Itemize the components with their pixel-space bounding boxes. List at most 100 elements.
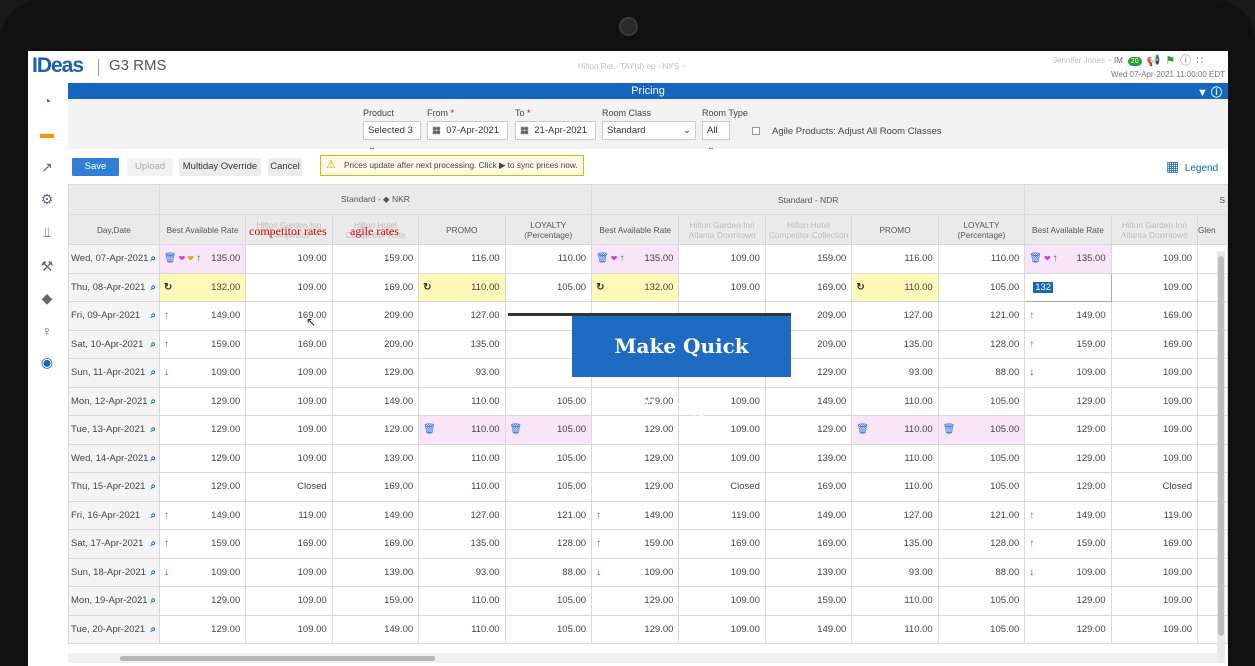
rate-cell[interactable]: 109.00 — [245, 358, 333, 388]
multiday-override-button[interactable]: Multiday Override — [179, 158, 261, 176]
arrow-down-icon[interactable]: ↓ — [164, 567, 169, 578]
rate-cell[interactable]: 128.00 — [504, 529, 593, 559]
rate-cell[interactable]: 109.00 — [245, 586, 333, 616]
rate-cell[interactable]: ↑ 149.00 — [1024, 500, 1112, 530]
rate-cell[interactable]: 105.00 — [504, 614, 593, 644]
rate-cell[interactable]: ↻ 110.00 — [851, 272, 939, 302]
rate-cell[interactable]: 110.00 — [937, 244, 1026, 274]
rate-cell[interactable]: 129.00 — [591, 614, 680, 644]
magnify-icon[interactable]: ⌕ — [151, 310, 156, 321]
rate-cell[interactable]: 105.00 — [937, 443, 1026, 473]
chart-icon[interactable]: ↗ — [39, 159, 55, 175]
trash-icon[interactable]: 🗑 — [596, 253, 609, 264]
rate-cell[interactable]: 93.00 — [418, 358, 506, 388]
magnify-icon[interactable]: ⌕ — [151, 538, 156, 549]
globe-icon[interactable]: ◉ — [39, 354, 55, 370]
rate-cell[interactable]: 93.00 — [851, 358, 939, 388]
header-bar-s[interactable]: Best Available Rate — [1024, 214, 1112, 245]
rate-cell[interactable]: 129.00 — [331, 358, 420, 388]
rate-cell[interactable]: 209.00 — [331, 329, 420, 359]
rate-cell[interactable]: 93.00 — [418, 557, 506, 587]
rate-cell[interactable]: 105.00 — [504, 472, 593, 502]
rate-cell[interactable]: 149.00 — [331, 500, 420, 530]
trash-icon[interactable]: 🗑 — [510, 424, 523, 435]
rate-cell[interactable]: 109.00 — [678, 244, 766, 274]
arrow-up-icon[interactable]: ↑ — [596, 538, 601, 549]
rate-cell[interactable]: 121.00 — [504, 500, 593, 530]
rate-cell[interactable]: 110.00 — [851, 386, 939, 416]
rate-cell[interactable]: 169.00 — [764, 472, 853, 502]
rate-cell[interactable]: 149.00 — [764, 386, 853, 416]
flag-icon[interactable]: ⚑ — [1165, 54, 1175, 67]
rate-cell[interactable]: 129.00 — [1024, 386, 1112, 416]
rate-cell[interactable]: 129.00 — [158, 415, 247, 445]
arrow-up-icon[interactable]: ↑ — [164, 510, 169, 521]
rate-cell[interactable]: 129.00 — [1024, 443, 1112, 473]
arrow-up-icon[interactable]: ↑ — [1053, 253, 1058, 264]
rate-cell[interactable]: 127.00 — [418, 500, 506, 530]
rate-cell[interactable]: 135.00 — [851, 329, 939, 359]
cancel-button[interactable]: Cancel — [268, 158, 302, 176]
rate-cell[interactable]: 109.00 — [678, 614, 766, 644]
rate-cell[interactable]: 129.00 — [591, 443, 680, 473]
rate-cell[interactable]: 169.00 — [1110, 329, 1199, 359]
rate-cell[interactable]: 109.00 — [245, 443, 333, 473]
rate-cell[interactable]: ↓ 109.00 — [158, 557, 247, 587]
arrow-down-icon[interactable]: ↓ — [1029, 367, 1034, 378]
rate-cell[interactable]: ↻ 132.00 — [158, 272, 247, 302]
rate-cell[interactable]: 135.00 — [851, 529, 939, 559]
rate-cell[interactable]: 110.00 — [851, 472, 939, 502]
rate-cell[interactable]: ↑ 159.00 — [1024, 529, 1112, 559]
header-competitor-3[interactable]: Hilton Garden Inn Atlanta Downtown — [678, 214, 766, 245]
arrow-up-icon[interactable]: ↑ — [1029, 310, 1034, 321]
rate-cell[interactable]: 93.00 — [851, 557, 939, 587]
magnify-icon[interactable]: ⌕ — [151, 253, 156, 264]
rate-cell[interactable]: ↑ 159.00 — [158, 529, 247, 559]
rate-cell[interactable]: 169.00 — [1110, 301, 1199, 331]
magnify-icon[interactable]: ⌕ — [151, 481, 156, 492]
rate-cell[interactable]: ↻ 132.00 — [591, 272, 680, 302]
arrow-up-icon[interactable]: ↑ — [1029, 510, 1034, 521]
rate-cell[interactable]: 105.00 — [504, 443, 593, 473]
header-loyalty-ndr[interactable]: LOYALTY (Percentage) — [937, 214, 1026, 245]
rate-cell[interactable]: 109.00 — [1110, 244, 1199, 274]
vertical-scrollbar-thumb[interactable] — [1218, 256, 1224, 636]
magnify-icon[interactable]: ⌕ — [151, 595, 156, 606]
rate-cell[interactable]: 129.00 — [158, 443, 247, 473]
rate-cell[interactable]: 109.00 — [245, 244, 333, 274]
rate-cell[interactable]: 109.00 — [245, 272, 333, 302]
rate-cell[interactable]: 🗑 ❤ ❤ ↑ 135.00 — [158, 244, 247, 274]
hotel-selector[interactable]: Hilton Ret - TAY(d) ep - NYS ~ — [578, 62, 686, 71]
rate-cell[interactable]: 110.00 — [418, 386, 506, 416]
rate-cell[interactable]: 109.00 — [245, 557, 333, 587]
location-pin-icon[interactable]: ❤ — [179, 254, 186, 263]
magnify-icon[interactable]: ⌕ — [151, 510, 156, 521]
rate-cell[interactable]: 110.00 — [851, 443, 939, 473]
rate-cell[interactable]: 129.00 — [158, 614, 247, 644]
rate-cell[interactable]: 169.00 — [331, 272, 420, 302]
dashboard-icon[interactable]: ◔ — [39, 93, 55, 109]
magnify-icon[interactable]: ⌕ — [151, 453, 156, 464]
arrow-up-icon[interactable]: ↑ — [196, 253, 201, 264]
agile-checkbox[interactable] — [752, 127, 760, 135]
rate-cell[interactable]: 139.00 — [764, 443, 853, 473]
rate-cell[interactable]: 🗑 105.00 — [504, 415, 593, 445]
filter-icon[interactable]: ▼ — [1197, 87, 1208, 99]
rate-cell[interactable]: 129.00 — [591, 472, 680, 502]
header-glen[interactable]: Glen — [1197, 214, 1228, 245]
rate-cell[interactable]: 105.00 — [937, 472, 1026, 502]
magnify-icon[interactable]: ⌕ — [151, 624, 156, 635]
header-daydate[interactable]: Day,Date — [68, 214, 160, 245]
rate-cell[interactable]: 109.00 — [678, 272, 766, 302]
trash-icon[interactable]: 🗑 — [856, 424, 869, 435]
rate-cell[interactable]: ↑ 159.00 — [591, 529, 680, 559]
rate-cell[interactable]: 109.00 — [1110, 358, 1199, 388]
arrow-up-icon[interactable]: ↑ — [596, 510, 601, 521]
rate-cell[interactable]: 129.00 — [1024, 472, 1112, 502]
user-initials[interactable]: IM — [1114, 56, 1123, 65]
rate-cell[interactable]: 135.00 — [418, 329, 506, 359]
rate-cell[interactable]: 109.00 — [1110, 272, 1199, 302]
rate-cell[interactable]: 110.00 — [851, 614, 939, 644]
rate-cell[interactable]: ↓ 109.00 — [158, 358, 247, 388]
rate-cell[interactable]: 119.00 — [1110, 500, 1199, 530]
